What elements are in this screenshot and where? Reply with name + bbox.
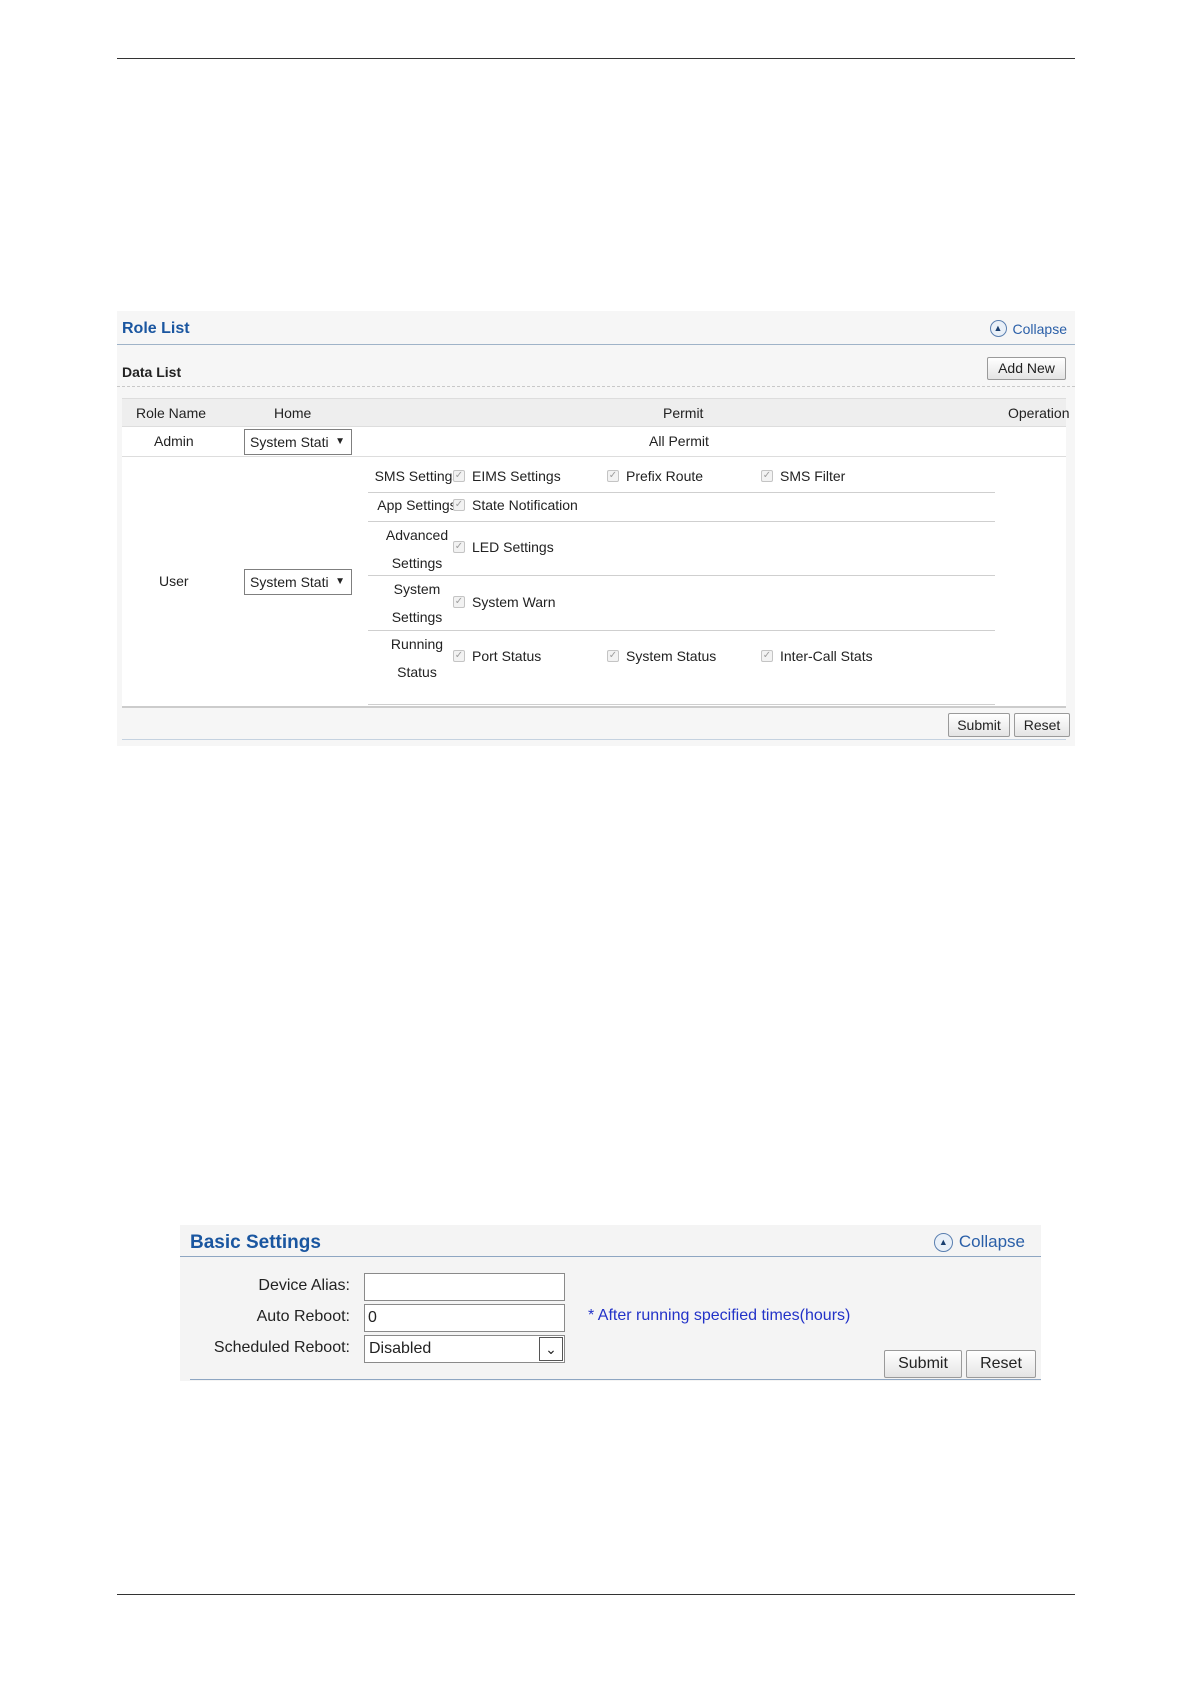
- home-select-admin[interactable]: System Stati ▼: [244, 429, 352, 455]
- role-name-admin: Admin: [154, 433, 194, 449]
- permit-sms-filter[interactable]: ✓ SMS Filter: [761, 468, 845, 484]
- permit-eims-settings[interactable]: ✓ EIMS Settings: [453, 468, 561, 484]
- checkbox-checked-icon[interactable]: ✓: [453, 596, 465, 608]
- role-table: Role Name Home Permit Operation Admin Sy…: [122, 398, 1070, 707]
- basic-settings-panel: Basic Settings ▲ Collapse Device Alias: …: [180, 1225, 1041, 1381]
- permit-system-warn[interactable]: ✓ System Warn: [453, 594, 556, 610]
- device-alias-label: Device Alias:: [258, 1277, 350, 1294]
- role-list-footer: Submit Reset: [122, 707, 1070, 740]
- divider: [368, 704, 995, 705]
- role-list-collapse-toggle[interactable]: ▲ Collapse: [989, 320, 1067, 337]
- checkbox-checked-icon[interactable]: ✓: [761, 650, 773, 662]
- category-line: System: [393, 581, 441, 597]
- basic-settings-collapse-toggle[interactable]: ▲ Collapse: [933, 1232, 1025, 1252]
- category-line: Advanced: [385, 527, 449, 543]
- column-role-name: Role Name: [136, 405, 207, 421]
- basic-settings-title: Basic Settings: [190, 1232, 321, 1253]
- column-home: Home: [274, 405, 312, 421]
- permit-state-notification[interactable]: ✓ State Notification: [453, 497, 578, 513]
- dropdown-arrow-icon: ▼: [335, 576, 345, 587]
- checkbox-checked-icon[interactable]: ✓: [607, 650, 619, 662]
- permit-label: System Status: [626, 648, 717, 664]
- category-system-settings: System Settings: [368, 575, 466, 631]
- table-header-row: Role Name Home Permit Operation: [122, 398, 1070, 427]
- basic-settings-header: Basic Settings ▲ Collapse: [180, 1225, 1041, 1257]
- permit-label: Prefix Route: [626, 468, 704, 484]
- permit-prefix-route[interactable]: ✓ Prefix Route: [607, 468, 703, 484]
- auto-reboot-label: Auto Reboot:: [256, 1308, 350, 1325]
- category-app-settings: App Settings: [377, 497, 457, 513]
- checkbox-checked-icon[interactable]: ✓: [761, 470, 773, 482]
- checkbox-checked-icon[interactable]: ✓: [607, 470, 619, 482]
- page-header-rule: [117, 58, 1075, 59]
- category-running-status: Running Status: [368, 630, 466, 686]
- page-footer-rule: [117, 1594, 1075, 1595]
- reset-button[interactable]: Reset: [1014, 713, 1070, 737]
- auto-reboot-field[interactable]: [364, 1304, 565, 1332]
- permit-label: Port Status: [472, 648, 542, 664]
- permit-label: SMS Filter: [780, 468, 846, 484]
- role-list-panel: Role List ▲ Collapse Data List Add New R…: [117, 311, 1075, 746]
- table-row-user: User System Stati ▼ SMS Settings ✓ EIMS …: [122, 457, 1066, 707]
- chevron-down-icon[interactable]: ⌄: [539, 1337, 563, 1361]
- scheduled-reboot-label: Scheduled Reboot:: [213, 1339, 350, 1356]
- basic-settings-footer-rule: [190, 1379, 1041, 1380]
- category-line: Settings: [391, 555, 443, 571]
- data-list-title: Data List: [122, 364, 182, 380]
- permit-system-status[interactable]: ✓ System Status: [607, 648, 716, 664]
- collapse-up-icon[interactable]: ▲: [933, 1232, 953, 1252]
- permit-label: LED Settings: [472, 539, 554, 555]
- checkbox-checked-icon[interactable]: ✓: [453, 541, 465, 553]
- category-line: Status: [397, 664, 437, 680]
- permit-inter-call-stats[interactable]: ✓ Inter-Call Stats: [761, 648, 873, 664]
- collapse-up-icon[interactable]: ▲: [989, 320, 1007, 337]
- collapse-label[interactable]: Collapse: [959, 1232, 1025, 1252]
- submit-button[interactable]: Submit: [948, 713, 1010, 737]
- device-alias-field[interactable]: [364, 1273, 565, 1301]
- collapse-label[interactable]: Collapse: [1013, 321, 1067, 337]
- permit-all: All Permit: [649, 433, 709, 449]
- reset-button[interactable]: Reset: [966, 1350, 1036, 1378]
- column-permit: Permit: [663, 405, 704, 421]
- dropdown-arrow-icon: ▼: [335, 436, 345, 447]
- permit-port-status[interactable]: ✓ Port Status: [453, 648, 541, 664]
- permit-label: EIMS Settings: [472, 468, 561, 484]
- submit-button[interactable]: Submit: [884, 1350, 962, 1378]
- checkbox-checked-icon[interactable]: ✓: [453, 470, 465, 482]
- category-sms-settings: SMS Settings: [374, 468, 460, 484]
- table-row-admin: Admin System Stati ▼ All Permit: [122, 427, 1066, 457]
- scheduled-reboot-value: Disabled: [369, 1340, 432, 1357]
- column-operation: Operation: [1008, 405, 1070, 421]
- category-advanced-settings: Advanced Settings: [368, 521, 466, 577]
- add-new-button[interactable]: Add New: [987, 357, 1066, 380]
- permit-label: System Warn: [472, 594, 556, 610]
- category-line: Running: [390, 636, 444, 652]
- home-select-value: System Stati: [250, 434, 329, 450]
- checkbox-checked-icon[interactable]: ✓: [453, 650, 465, 662]
- scheduled-reboot-select[interactable]: Disabled ⌄: [364, 1335, 565, 1363]
- data-list-header: Data List Add New: [117, 345, 1075, 387]
- category-line: Settings: [391, 609, 443, 625]
- permit-label: Inter-Call Stats: [780, 648, 873, 664]
- home-select-user[interactable]: System Stati ▼: [244, 569, 352, 595]
- permit-led-settings[interactable]: ✓ LED Settings: [453, 539, 554, 555]
- role-list-title: Role List: [122, 320, 190, 337]
- role-name-user: User: [159, 573, 189, 589]
- checkbox-checked-icon[interactable]: ✓: [453, 499, 465, 511]
- permit-label: State Notification: [472, 497, 578, 513]
- auto-reboot-hint: * After running specified times(hours): [588, 1307, 851, 1324]
- role-list-header: Role List ▲ Collapse: [117, 311, 1075, 345]
- home-select-value: System Stati: [250, 574, 329, 590]
